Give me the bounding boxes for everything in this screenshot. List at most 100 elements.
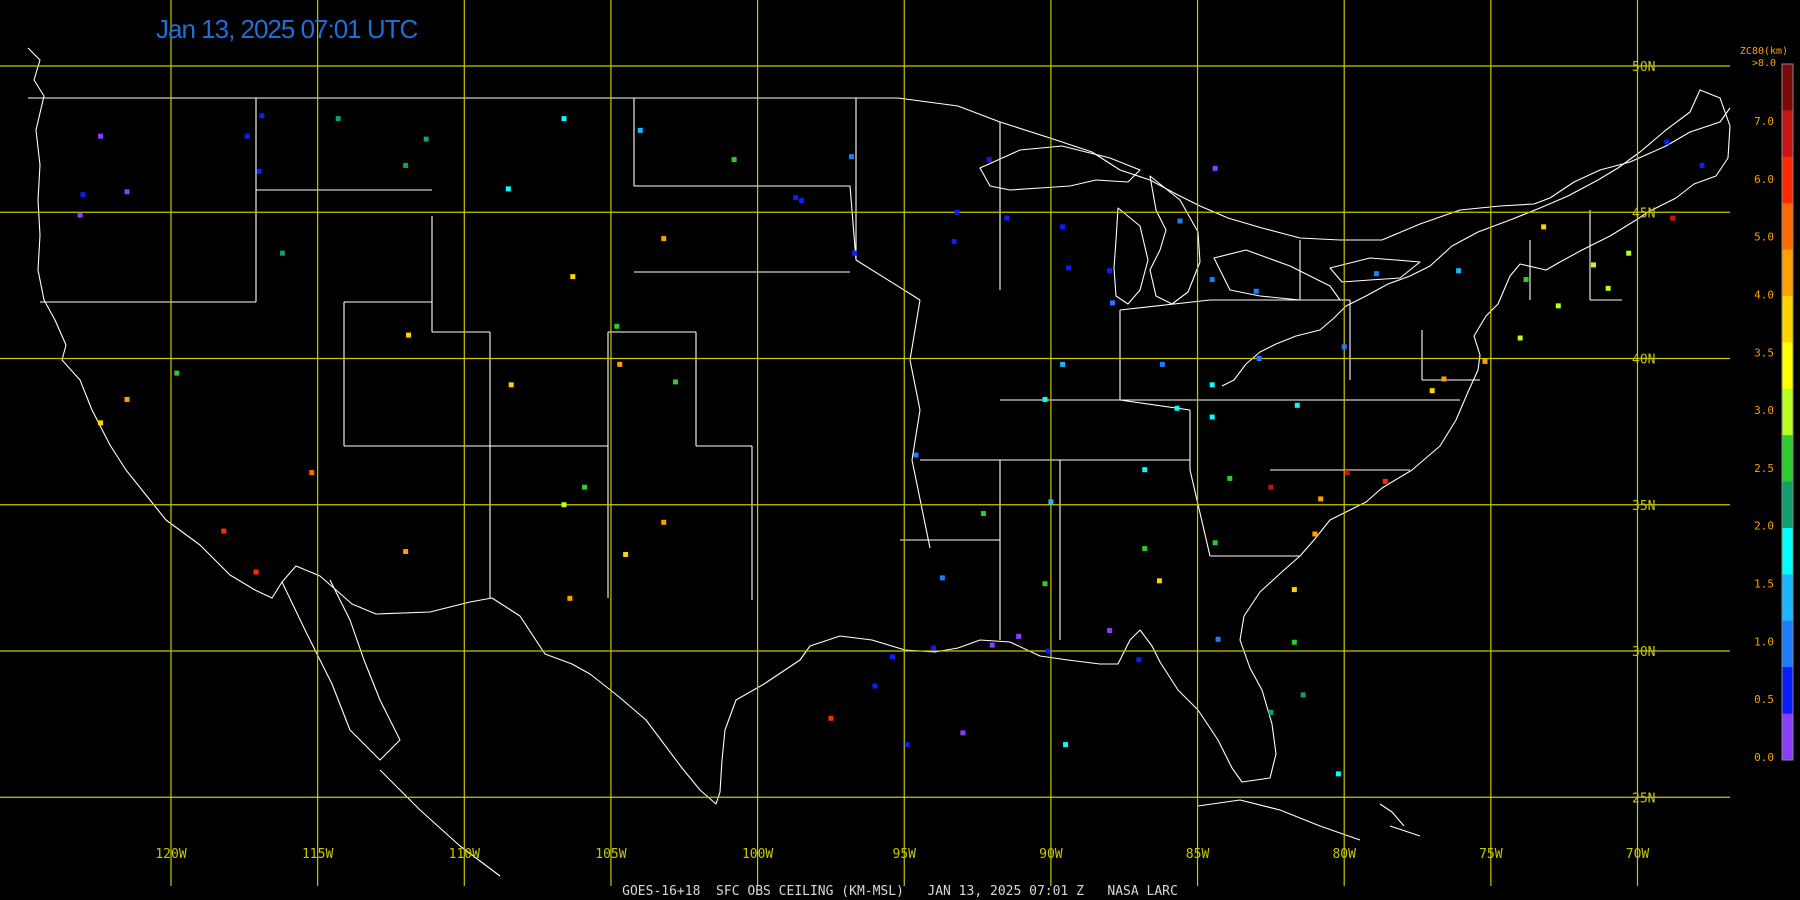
- station-observation: [1699, 162, 1705, 168]
- legend-color-bar: [1781, 63, 1794, 761]
- station-observation: [989, 642, 995, 648]
- station-observation: [570, 274, 576, 280]
- station-observation: [1142, 546, 1148, 552]
- station-observation: [256, 168, 262, 174]
- station-observation: [1670, 215, 1676, 221]
- ceiling-observation-map: 50N 45N 40N 35N 30N 25N 120W 115W 110W 105W 100W 95…: [0, 0, 1800, 900]
- station-observation: [403, 162, 409, 168]
- longitude-label: 110W: [449, 847, 480, 862]
- station-observation: [567, 595, 573, 601]
- station-observation: [828, 715, 834, 721]
- station-observation: [890, 654, 896, 660]
- station-observation: [637, 127, 643, 133]
- station-observation: [582, 484, 588, 490]
- longitude-label: 120W: [155, 847, 186, 862]
- longitude-label: 70W: [1626, 847, 1650, 862]
- legend-tick-label: 6.0: [1754, 173, 1774, 186]
- legend-color-swatch: [1782, 435, 1793, 483]
- legend-tick-label: 7.0: [1754, 115, 1774, 128]
- station-observation: [904, 742, 910, 748]
- station-observation: [1212, 165, 1218, 171]
- longitude-label: 105W: [595, 847, 626, 862]
- station-observation: [851, 250, 857, 256]
- latitude-label: 45N: [1632, 206, 1655, 221]
- legend-tick-label: 4.0: [1754, 288, 1774, 301]
- legend-tick-label: 3.5: [1754, 346, 1774, 359]
- station-observation: [1215, 636, 1221, 642]
- station-observation: [1294, 402, 1300, 408]
- station-observation: [98, 133, 104, 139]
- legend-color-swatch: [1782, 249, 1793, 297]
- station-observation: [793, 195, 799, 201]
- map-timestamp-title: Jan 13, 2025 07:01 UTC: [156, 14, 418, 44]
- station-observation: [1441, 376, 1447, 382]
- station-observation: [1048, 499, 1054, 505]
- station-observation: [913, 452, 919, 458]
- station-observation: [1517, 335, 1523, 341]
- station-observation: [661, 519, 667, 525]
- longitude-label: 95W: [893, 847, 917, 862]
- station-observation: [80, 192, 86, 198]
- station-observation: [1159, 361, 1165, 367]
- station-observation: [951, 239, 957, 244]
- station-observation: [1060, 224, 1066, 230]
- station-observation: [1109, 300, 1115, 306]
- station-observation: [1107, 628, 1113, 634]
- longitude-label: 75W: [1479, 847, 1503, 862]
- station-observation: [1291, 639, 1297, 645]
- station-observation: [1291, 587, 1297, 593]
- legend-tick-label: 3.0: [1754, 404, 1774, 417]
- station-observation: [508, 382, 514, 388]
- station-observation: [1318, 496, 1324, 502]
- legend-color-swatch: [1782, 203, 1793, 251]
- station-observation: [1212, 540, 1218, 546]
- station-observation: [1107, 268, 1113, 274]
- station-observation: [1312, 531, 1318, 537]
- station-observation: [617, 361, 623, 367]
- station-observation: [1605, 285, 1611, 291]
- station-observation: [423, 136, 429, 142]
- legend-color-swatch: [1782, 296, 1793, 343]
- station-observation: [1382, 478, 1388, 484]
- station-observation: [954, 209, 960, 215]
- station-observation: [1042, 396, 1048, 402]
- station-observation: [1256, 356, 1262, 361]
- station-observation: [244, 133, 250, 139]
- station-observation: [1156, 578, 1162, 584]
- station-observation: [98, 420, 104, 426]
- station-observation: [1177, 218, 1183, 224]
- station-observation: [1004, 215, 1010, 221]
- station-observation: [1591, 262, 1597, 268]
- station-observation: [279, 250, 285, 256]
- station-observation: [403, 549, 409, 555]
- station-observation: [1300, 692, 1306, 698]
- station-observation: [799, 198, 805, 204]
- station-observation: [1253, 288, 1259, 294]
- legend-color-swatch: [1782, 110, 1793, 158]
- legend-color-swatch: [1782, 528, 1793, 575]
- station-observation: [1065, 265, 1071, 271]
- station-observation: [174, 370, 180, 376]
- longitude-label: 115W: [302, 847, 333, 862]
- station-observation: [980, 511, 986, 517]
- latitude-label: 25N: [1632, 791, 1655, 806]
- station-observation: [124, 396, 130, 402]
- legend-tick-label: 0.0: [1754, 751, 1774, 764]
- station-observation: [1142, 467, 1148, 473]
- station-observation: [1136, 657, 1142, 663]
- station-observation: [561, 116, 567, 122]
- station-observation: [1626, 250, 1632, 256]
- legend-top-label: >8.0: [1752, 58, 1776, 69]
- legend-color-swatch: [1782, 64, 1793, 111]
- legend-title: ZC80(km): [1740, 46, 1788, 57]
- station-observation: [1373, 271, 1379, 277]
- legend-tick-label: 5.0: [1754, 231, 1774, 244]
- station-observation: [1541, 224, 1547, 230]
- station-observation: [1063, 742, 1069, 748]
- station-observation: [1227, 475, 1233, 481]
- station-observation: [1209, 382, 1215, 388]
- legend-tick-label: 2.0: [1754, 520, 1774, 533]
- station-observation: [1344, 470, 1350, 476]
- legend-color-swatch: [1782, 342, 1793, 390]
- station-observation: [221, 528, 227, 534]
